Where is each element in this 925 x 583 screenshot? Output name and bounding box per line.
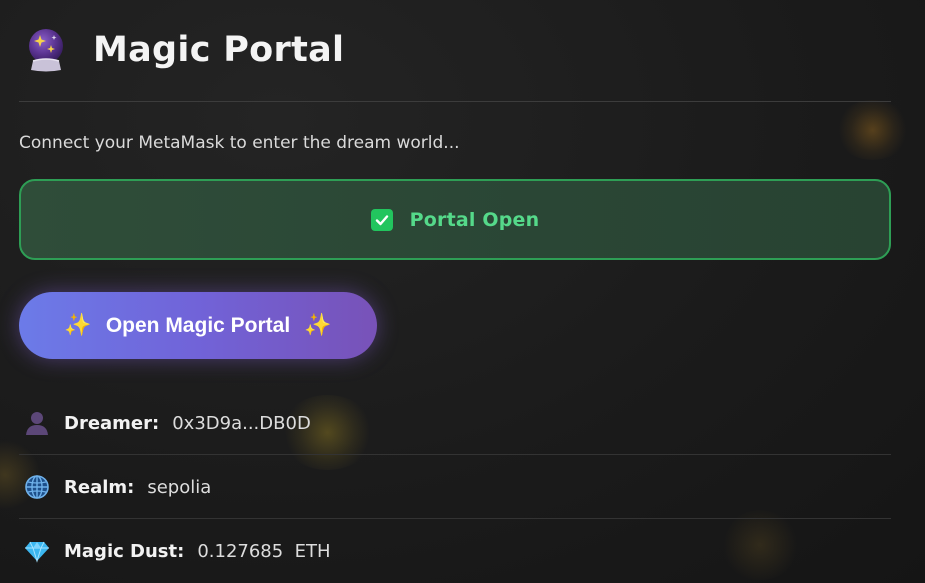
realm-label: Realm: <box>64 476 135 498</box>
header-divider <box>19 101 891 102</box>
sparkles-icon: ✨ <box>64 313 92 338</box>
dreamer-label: Dreamer: <box>64 412 160 434</box>
globe-icon <box>22 472 52 502</box>
magic-dust-label: Magic Dust: <box>64 540 185 562</box>
network-name: sepolia <box>147 476 212 498</box>
portal-status-banner: Portal Open <box>19 179 891 260</box>
check-box-icon <box>370 208 393 231</box>
page-header: Magic Portal <box>24 26 344 74</box>
eth-balance: 0.127685 ETH <box>197 540 331 562</box>
portal-status-text: Portal Open <box>409 208 540 231</box>
realm-row: Realm: sepolia <box>19 455 891 519</box>
sparkles-icon: ✨ <box>304 313 332 338</box>
ambient-glow <box>835 100 910 160</box>
connect-instructions: Connect your MetaMask to enter the dream… <box>19 133 460 153</box>
page-title: Magic Portal <box>93 30 345 70</box>
wallet-address: 0x3D9a...DB0D <box>172 412 311 434</box>
magic-dust-row: Magic Dust: 0.127685 ETH <box>19 519 891 583</box>
open-magic-portal-label: Open Magic Portal <box>105 313 291 337</box>
user-silhouette-icon <box>22 408 52 438</box>
open-magic-portal-button[interactable]: ✨ Open Magic Portal ✨ <box>19 292 377 359</box>
crystal-ball-icon <box>24 26 68 74</box>
gem-icon <box>22 536 52 566</box>
dreamer-row: Dreamer: 0x3D9a...DB0D <box>19 391 891 455</box>
